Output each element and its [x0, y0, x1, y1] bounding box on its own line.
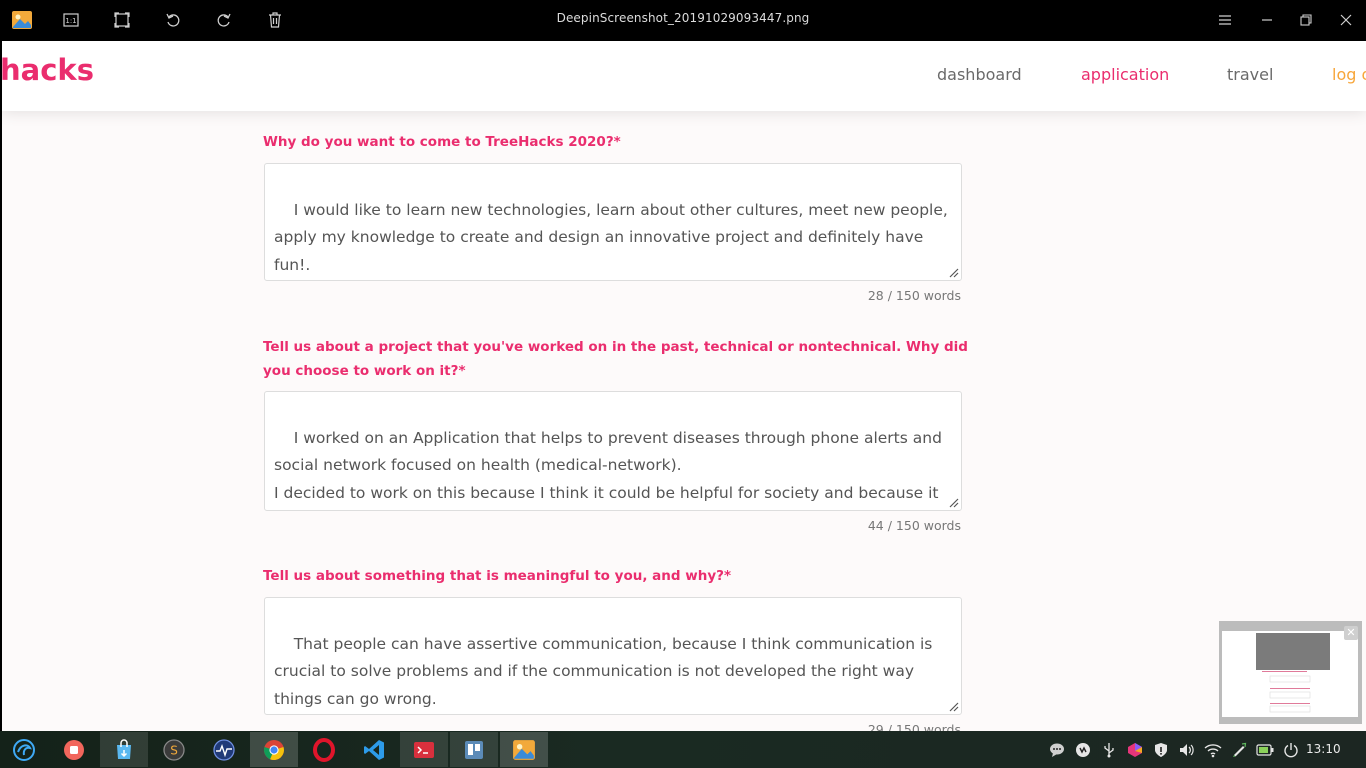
word-count: 28 / 150 words	[867, 288, 961, 303]
nav-application-link[interactable]: application	[1081, 65, 1169, 84]
answer-text: I worked on an Application that helps to…	[274, 428, 942, 502]
window-title: DeepinScreenshot_20191029093447.png	[556, 11, 810, 25]
app-store-icon[interactable]	[100, 732, 148, 767]
question-label-why-treehacks: Why do you want to come to TreeHacks 202…	[263, 134, 621, 150]
nav-dashboard-link[interactable]: dashboard	[937, 65, 1022, 84]
svg-text:S: S	[170, 743, 178, 757]
vscode-icon[interactable]	[350, 732, 398, 767]
resize-handle-icon[interactable]	[947, 496, 959, 508]
resize-handle-icon[interactable]	[947, 700, 959, 712]
word-count: 44 / 150 words	[867, 518, 961, 533]
chat-icon[interactable]	[1047, 740, 1067, 760]
screen-recorder-icon[interactable]	[50, 732, 98, 767]
color-app-icon[interactable]	[1125, 740, 1145, 760]
menu-icon[interactable]	[1213, 8, 1237, 32]
power-icon[interactable]	[1281, 740, 1301, 760]
pen-icon[interactable]	[1229, 740, 1249, 760]
nav-logout-link[interactable]: log o	[1332, 65, 1366, 84]
viewer-titlebar: 1:1 DeepinScreenshot_20191029093447.png	[0, 0, 1366, 40]
taskbar: S 13:10	[0, 731, 1366, 768]
launcher-icon[interactable]	[0, 732, 48, 767]
word-count: 29 / 150 words	[867, 722, 961, 731]
battery-icon[interactable]	[1255, 740, 1275, 760]
answer-textarea-past-project[interactable]: I worked on an Application that helps to…	[264, 391, 962, 511]
screenshot-canvas: hacks dashboard application travel log o…	[2, 41, 1366, 731]
navigation-thumbnail[interactable]: ✕	[1219, 621, 1362, 724]
clock[interactable]: 13:10	[1306, 742, 1341, 756]
site-logo[interactable]: hacks	[2, 53, 94, 87]
opera-icon[interactable]	[300, 732, 348, 767]
question-label-past-project: Tell us about a project that you've work…	[263, 339, 968, 379]
volume-icon[interactable]	[1176, 740, 1196, 760]
close-icon[interactable]	[1334, 8, 1358, 32]
answer-text: I would like to learn new technologies, …	[274, 200, 953, 274]
resize-handle-icon[interactable]	[947, 266, 959, 278]
wifi-icon[interactable]	[1203, 740, 1223, 760]
usb-icon[interactable]	[1099, 740, 1119, 760]
terminal-icon[interactable]	[400, 732, 448, 767]
answer-textarea-meaningful[interactable]: That people can have assertive communica…	[264, 597, 962, 715]
nav-travel-link[interactable]: travel	[1227, 65, 1273, 84]
system-monitor-icon[interactable]	[200, 732, 248, 767]
thumbnail-close-icon[interactable]: ✕	[1344, 626, 1358, 640]
sublime-icon[interactable]: S	[150, 732, 198, 767]
chrome-icon[interactable]	[250, 732, 298, 767]
question-label-meaningful: Tell us about something that is meaningf…	[263, 568, 732, 584]
minimize-icon[interactable]	[1255, 8, 1279, 32]
answer-textarea-why-treehacks[interactable]: I would like to learn new technologies, …	[264, 163, 962, 281]
thumbnail-viewport-indicator[interactable]	[1256, 633, 1330, 670]
image-viewer-icon[interactable]	[500, 732, 548, 767]
game-icon[interactable]	[1073, 740, 1093, 760]
answer-text: That people can have assertive communica…	[274, 634, 938, 708]
shield-icon[interactable]	[1151, 740, 1171, 760]
trello-icon[interactable]	[450, 732, 498, 767]
restore-icon[interactable]	[1294, 8, 1318, 32]
site-navbar: hacks dashboard application travel log o	[2, 41, 1366, 111]
